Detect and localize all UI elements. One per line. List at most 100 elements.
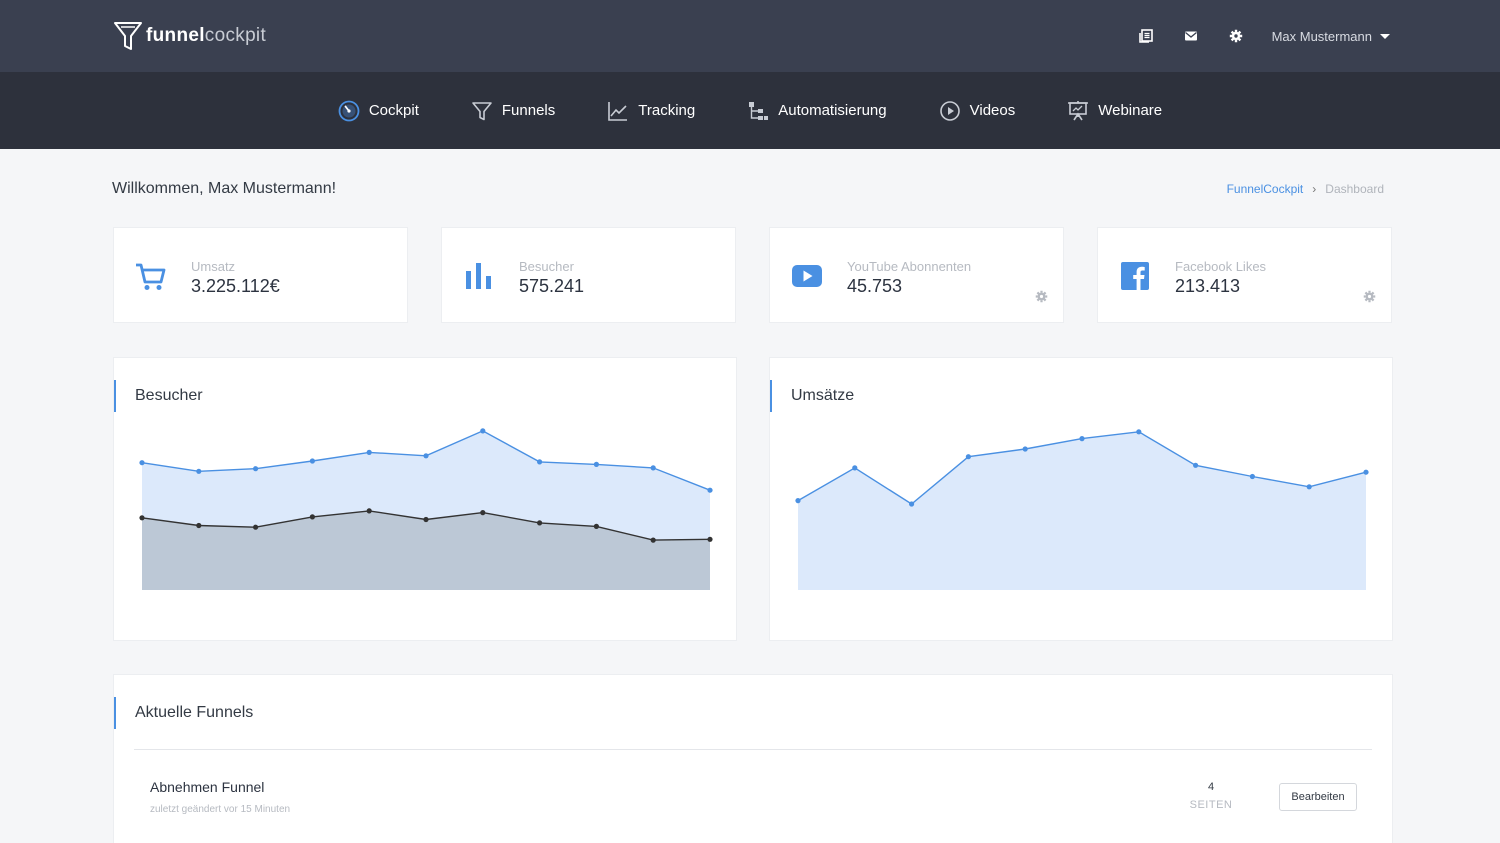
documents-icon[interactable] bbox=[1132, 22, 1160, 50]
stat-value: 3.225.112€ bbox=[191, 276, 280, 296]
stat-card-facebook: Facebook Likes 213.413 bbox=[1097, 227, 1392, 323]
revenue-series-1-point[interactable] bbox=[1363, 469, 1369, 475]
stat-label: YouTube Abonnenten bbox=[847, 259, 972, 274]
nav-item-tracking[interactable]: Tracking bbox=[607, 100, 695, 122]
stat-value: 213.413 bbox=[1175, 276, 1241, 296]
chevron-down-icon bbox=[1380, 33, 1390, 39]
visitors-chart-panel: Besucher bbox=[113, 357, 737, 641]
revenue-series-1-point[interactable] bbox=[1079, 436, 1085, 442]
visitors-series-2-point[interactable] bbox=[196, 522, 202, 529]
breadcrumb-home-link[interactable]: FunnelCockpit bbox=[1227, 182, 1304, 196]
revenue-series-1-point[interactable] bbox=[1306, 484, 1312, 490]
current-funnels-panel: Aktuelle Funnels Abnehmen Funnel zuletzt… bbox=[113, 674, 1393, 843]
visitors-series-1-point[interactable] bbox=[196, 468, 202, 474]
panel-title-visitors: Besucher bbox=[114, 380, 203, 412]
user-menu[interactable]: Max Mustermann bbox=[1272, 29, 1390, 44]
visitors-series-2-point[interactable] bbox=[253, 524, 259, 530]
funnel-logo-icon bbox=[114, 22, 142, 50]
nav-item-videos[interactable]: Videos bbox=[939, 100, 1016, 122]
revenue-series-1-point[interactable] bbox=[909, 501, 915, 507]
visitors-series-1-point[interactable] bbox=[593, 461, 599, 467]
stat-label: Umsatz bbox=[191, 259, 236, 274]
welcome-heading: Willkommen, Max Mustermann! bbox=[112, 180, 337, 197]
stat-card-besucher: Besucher 575.241 bbox=[441, 227, 736, 323]
visitors-series-2-point[interactable] bbox=[139, 515, 145, 521]
panel-title-funnels: Aktuelle Funnels bbox=[114, 697, 253, 729]
gear-icon[interactable] bbox=[1035, 290, 1048, 303]
revenue-series-1-point[interactable] bbox=[852, 465, 858, 471]
revenue-series-1-area bbox=[798, 431, 1366, 590]
presentation-icon bbox=[1068, 100, 1089, 120]
visitors-series-2-point[interactable] bbox=[366, 508, 372, 514]
visitors-series-2-point[interactable] bbox=[423, 516, 429, 523]
revenue-chart bbox=[795, 429, 1369, 590]
revenue-series-1-point[interactable] bbox=[965, 454, 971, 460]
mail-icon[interactable] bbox=[1177, 22, 1205, 50]
main-nav: Cockpit Funnels Tracking Automatisierung… bbox=[0, 72, 1500, 149]
visitors-series-1-point[interactable] bbox=[309, 458, 315, 464]
breadcrumb-current: Dashboard bbox=[1325, 182, 1384, 196]
panel-title-revenue: Umsätze bbox=[770, 380, 854, 412]
visitors-series-1-point[interactable] bbox=[480, 428, 486, 434]
visitors-series-2-point[interactable] bbox=[480, 510, 486, 516]
nav-item-automatisierung[interactable]: Automatisierung bbox=[747, 100, 887, 122]
funnel-modified-time: zuletzt geändert vor 15 Minuten bbox=[150, 804, 291, 815]
visitors-series-1-point[interactable] bbox=[707, 487, 713, 493]
visitors-series-2-point[interactable] bbox=[309, 514, 315, 520]
nav-label-webinare: Webinare bbox=[1098, 102, 1163, 119]
funnel-icon bbox=[472, 101, 492, 120]
logo[interactable]: funnelcockpit bbox=[113, 20, 266, 52]
revenue-chart-panel: Umsätze bbox=[769, 357, 1393, 641]
visitors-series-1-point[interactable] bbox=[253, 466, 259, 472]
revenue-series-1-point[interactable] bbox=[795, 498, 801, 504]
main-nav-bar: Cockpit Funnels Tracking Automatisierung… bbox=[0, 72, 1500, 149]
stat-card-umsatz: Umsatz 3.225.112€ bbox=[113, 227, 408, 323]
funnel-page-count-label: SEITEN bbox=[1189, 799, 1233, 811]
visitors-series-2-point[interactable] bbox=[707, 536, 713, 542]
visitors-chart bbox=[139, 428, 713, 590]
edit-funnel-button[interactable]: Bearbeiten bbox=[1279, 783, 1357, 811]
revenue-series-1-point[interactable] bbox=[1193, 462, 1199, 468]
gear-icon[interactable] bbox=[1363, 290, 1376, 303]
nav-label-videos: Videos bbox=[969, 102, 1016, 119]
stat-label: Besucher bbox=[519, 259, 574, 274]
funnel-page-count: 4 bbox=[1207, 781, 1215, 793]
top-bar: funnelcockpit Max Mustermann bbox=[0, 0, 1500, 72]
line-chart-icon bbox=[608, 101, 628, 121]
visitors-series-2-point[interactable] bbox=[537, 520, 543, 526]
stat-value: 575.241 bbox=[519, 276, 585, 296]
user-name: Max Mustermann bbox=[1271, 28, 1372, 44]
youtube-icon bbox=[792, 265, 822, 287]
visitors-series-2-point[interactable] bbox=[593, 523, 599, 529]
hierarchy-icon bbox=[749, 101, 769, 120]
revenue-series-1-point[interactable] bbox=[1249, 473, 1255, 480]
cart-icon bbox=[136, 263, 166, 290]
visitors-series-2-point[interactable] bbox=[650, 537, 656, 543]
visitors-series-1-point[interactable] bbox=[537, 459, 543, 465]
settings-icon[interactable] bbox=[1222, 22, 1250, 50]
stat-label: Facebook Likes bbox=[1175, 259, 1267, 274]
nav-label-funnels: Funnels bbox=[501, 102, 556, 119]
logo-text-bold: funnel bbox=[146, 25, 205, 46]
stat-value: 45.753 bbox=[847, 276, 903, 296]
visitors-series-1-point[interactable] bbox=[650, 465, 656, 471]
nav-item-funnels[interactable]: Funnels bbox=[471, 100, 555, 122]
revenue-series-1-point[interactable] bbox=[1022, 446, 1028, 452]
nav-label-tracking: Tracking bbox=[638, 102, 696, 119]
facebook-icon bbox=[1121, 262, 1149, 290]
breadcrumb-separator: › bbox=[1312, 182, 1317, 196]
logo-text: funnelcockpit bbox=[146, 25, 266, 47]
visitors-series-1-point[interactable] bbox=[423, 453, 429, 459]
divider bbox=[134, 749, 1372, 750]
revenue-series-1-point[interactable] bbox=[1136, 429, 1142, 435]
stat-card-youtube: YouTube Abonnenten 45.753 bbox=[769, 227, 1064, 323]
top-actions: Max Mustermann bbox=[1115, 22, 1390, 50]
bar-chart-icon bbox=[466, 263, 491, 289]
funnel-name[interactable]: Abnehmen Funnel bbox=[150, 779, 264, 795]
nav-item-cockpit[interactable]: Cockpit bbox=[338, 100, 419, 122]
dashboard-icon bbox=[338, 100, 360, 121]
visitors-series-1-point[interactable] bbox=[139, 460, 145, 466]
breadcrumb: FunnelCockpit › Dashboard bbox=[1227, 182, 1384, 196]
nav-item-webinare[interactable]: Webinare bbox=[1067, 100, 1162, 122]
visitors-series-1-point[interactable] bbox=[366, 449, 372, 455]
